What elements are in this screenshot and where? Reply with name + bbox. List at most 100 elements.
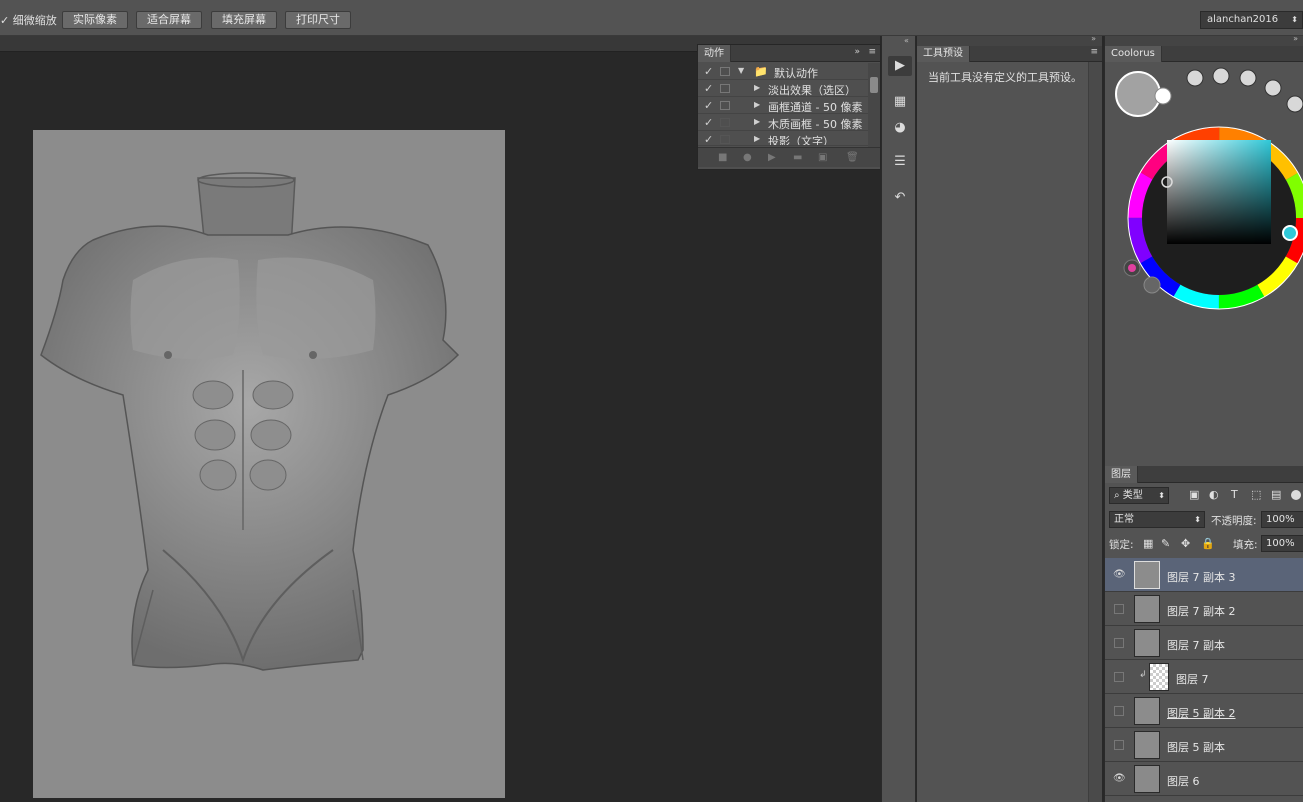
presets-scrollbar[interactable] <box>1088 62 1102 802</box>
chevron-down-icon: ⬍ <box>1158 491 1165 500</box>
palette-icon[interactable]: ◕ <box>888 118 912 138</box>
expand-right-icon[interactable]: ▶ <box>754 100 760 109</box>
presets-list: 当前工具没有定义的工具预设。 <box>917 62 1088 802</box>
actions-play-icon[interactable]: ▶ <box>888 56 912 76</box>
action-row[interactable]: ✓ ▶ 投影（文字） <box>698 131 868 146</box>
dialog-toggle-box[interactable] <box>720 67 730 76</box>
stop-icon[interactable]: ■ <box>718 152 727 163</box>
lock-paint-icon[interactable]: ✎ <box>1161 537 1170 550</box>
layer-row[interactable]: ↲ 图层 7 <box>1105 660 1303 694</box>
lock-all-icon[interactable]: 🔒 <box>1201 537 1215 550</box>
presets-header: 工具预设 ≡ <box>917 46 1102 62</box>
visibility-toggle[interactable] <box>1114 604 1124 614</box>
dialog-toggle-box[interactable] <box>720 101 730 110</box>
image-filter-icon[interactable]: ▣ <box>1189 488 1199 501</box>
canvas[interactable] <box>33 130 505 798</box>
adjustment-filter-icon[interactable]: ◐ <box>1209 488 1219 501</box>
collapse-icon[interactable]: « <box>904 36 909 45</box>
swatches-icon[interactable]: ▦ <box>888 92 912 112</box>
layer-row[interactable]: 图层 7 副本 <box>1105 626 1303 660</box>
expand-right-icon[interactable]: ▶ <box>754 134 760 143</box>
action-row[interactable]: ✓ ▶ 淡出效果（选区） <box>698 80 868 97</box>
workspace-select[interactable]: alanchan2016 ⬍ <box>1200 11 1303 29</box>
layer-thumbnail <box>1134 629 1160 657</box>
new-action-icon[interactable]: ▣ <box>818 152 827 163</box>
shape-filter-icon[interactable]: ⬚ <box>1251 488 1261 501</box>
eye-icon[interactable]: 👁 <box>1113 569 1126 581</box>
collapse-icon[interactable]: » <box>1293 34 1298 43</box>
layers-header: 图层 <box>1105 466 1303 483</box>
visibility-toggle[interactable] <box>1114 740 1124 750</box>
layer-name: 图层 6 <box>1167 775 1200 788</box>
actual-pixels-button[interactable]: 实际像素 <box>62 11 128 29</box>
eye-icon[interactable]: 👁 <box>1113 773 1126 785</box>
layer-row[interactable]: 图层 5 副本 2 <box>1105 694 1303 728</box>
check-icon[interactable]: ✓ <box>704 99 716 112</box>
dialog-toggle-box[interactable] <box>720 135 730 144</box>
panel-menu-icon[interactable]: ≡ <box>868 47 876 57</box>
new-set-icon[interactable]: ▬ <box>793 152 802 163</box>
dialog-toggle-box[interactable] <box>720 84 730 93</box>
play-icon[interactable]: ▶ <box>768 152 776 163</box>
actions-panel: 动作 » ≡ ✓ ▼ 📁 默认动作 ✓ ▶ 淡出效果（选区） ✓ ▶ 画框通道 … <box>697 44 881 170</box>
fill-screen-button[interactable]: 填充屏幕 <box>211 11 277 29</box>
scrubby-zoom-checkbox[interactable]: ✓ 细微缩放 <box>0 12 57 28</box>
visibility-toggle[interactable] <box>1114 672 1124 682</box>
layer-row[interactable]: 图层 7 副本 2 <box>1105 592 1303 626</box>
tab-coolorus[interactable]: Coolorus <box>1105 46 1162 62</box>
filter-toggle[interactable] <box>1291 490 1301 500</box>
panel-menu-icon[interactable]: ≡ <box>1090 47 1098 57</box>
layers-panel: 图层 ⌕ 类型 ⬍ ▣ ◐ T ⬚ ▤ 正常 ⬍ 不透明度: 100% 锁定: … <box>1104 466 1303 802</box>
fill-field[interactable]: 100% <box>1261 535 1303 552</box>
chevron-down-icon: ⬍ <box>1291 15 1298 24</box>
layer-name: 图层 7 副本 3 <box>1167 571 1236 584</box>
history-icon[interactable]: ↶ <box>888 188 912 208</box>
brush-presets-icon[interactable]: ☰ <box>888 152 912 172</box>
opacity-field[interactable]: 100% <box>1261 511 1303 528</box>
no-presets-message: 当前工具没有定义的工具预设。 <box>928 71 1082 84</box>
layer-row[interactable]: 图层 5 副本 <box>1105 728 1303 762</box>
tab-layers[interactable]: 图层 <box>1105 466 1138 483</box>
tab-tool-presets[interactable]: 工具预设 <box>917 46 970 62</box>
layer-name: 图层 5 副本 2 <box>1167 707 1236 720</box>
check-icon[interactable]: ✓ <box>704 82 716 95</box>
layer-row[interactable]: 👁 图层 7 副本 3 <box>1105 558 1303 592</box>
folder-icon: 📁 <box>754 65 768 78</box>
record-icon[interactable]: ● <box>743 152 752 163</box>
layer-name: 图层 7 副本 <box>1167 639 1225 652</box>
expand-right-icon[interactable]: ▶ <box>754 117 760 126</box>
color-wheel[interactable] <box>1105 62 1303 466</box>
torso-sketch <box>40 172 460 671</box>
expand-right-icon[interactable]: ▶ <box>754 83 760 92</box>
trash-icon[interactable]: 🗑 <box>846 152 859 163</box>
smart-object-filter-icon[interactable]: ▤ <box>1271 488 1281 501</box>
visibility-toggle[interactable] <box>1114 706 1124 716</box>
layer-thumbnail <box>1134 561 1160 589</box>
lock-position-icon[interactable]: ✥ <box>1181 537 1190 550</box>
type-filter-icon[interactable]: T <box>1231 488 1238 501</box>
tab-actions[interactable]: 动作 <box>698 45 731 62</box>
collapse-icon[interactable]: » <box>854 47 860 57</box>
action-row[interactable]: ✓ ▶ 木质画框 - 50 像素 <box>698 114 868 131</box>
clipping-mask-icon: ↲ <box>1139 670 1147 680</box>
scroll-thumb[interactable] <box>870 77 878 93</box>
fit-screen-button[interactable]: 适合屏幕 <box>136 11 202 29</box>
check-icon[interactable]: ✓ <box>704 133 716 145</box>
action-row[interactable]: ✓ ▶ 画框通道 - 50 像素 <box>698 97 868 114</box>
expand-down-icon[interactable]: ▼ <box>738 66 744 75</box>
action-label: 投影（文字） <box>768 135 834 146</box>
print-size-button[interactable]: 打印尺寸 <box>285 11 351 29</box>
action-label: 画框通道 - 50 像素 <box>768 101 863 114</box>
check-icon[interactable]: ✓ <box>704 65 716 78</box>
lock-transparent-icon[interactable]: ▦ <box>1143 537 1153 550</box>
layer-filter-select[interactable]: ⌕ 类型 ⬍ <box>1109 487 1169 504</box>
layer-row[interactable]: 👁 图层 6 <box>1105 762 1303 796</box>
visibility-toggle[interactable] <box>1114 638 1124 648</box>
check-icon[interactable]: ✓ <box>704 116 716 129</box>
blend-mode-select[interactable]: 正常 ⬍ <box>1109 511 1205 528</box>
actions-scrollbar[interactable] <box>868 63 880 147</box>
options-bar: ✓ 细微缩放 实际像素 适合屏幕 填充屏幕 打印尺寸 alanchan2016 … <box>0 0 1303 36</box>
collapse-icon[interactable]: » <box>1091 34 1096 43</box>
action-set-row[interactable]: ✓ ▼ 📁 默认动作 <box>698 63 868 80</box>
dialog-toggle-box[interactable] <box>720 118 730 127</box>
